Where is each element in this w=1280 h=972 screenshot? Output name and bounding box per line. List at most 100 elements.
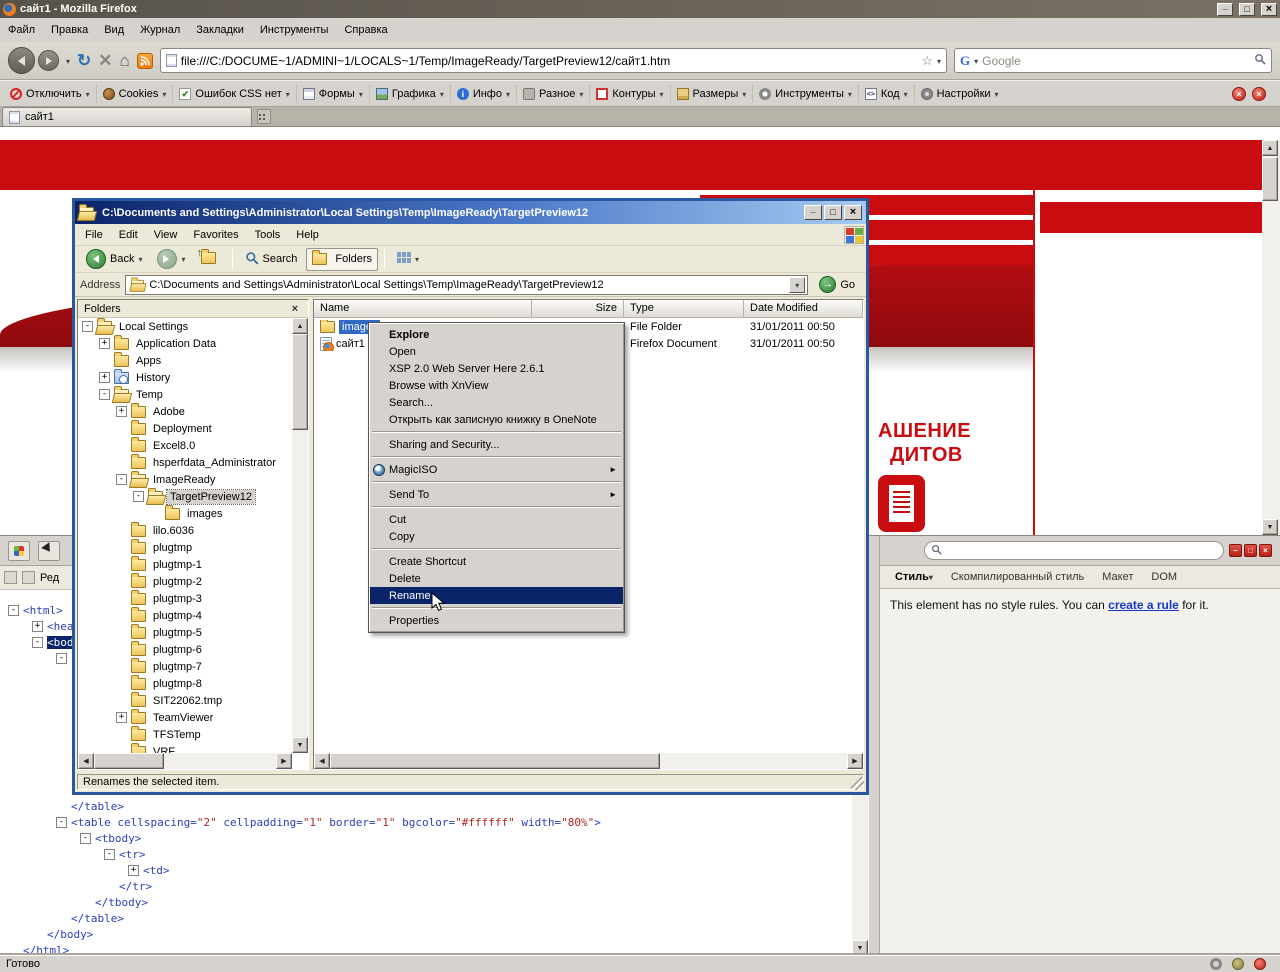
webdev-item-item-0[interactable]: Отключить	[4, 85, 96, 103]
minimize-button[interactable]	[1217, 2, 1233, 16]
explorer-menu-favorites[interactable]: Favorites	[185, 226, 246, 244]
tree-item-images[interactable]: images	[78, 504, 292, 522]
context-menu-item-browse-with-xnview[interactable]: Browse with XnView	[370, 377, 623, 394]
scroll-down-icon[interactable]: ▼	[292, 737, 308, 753]
firefox-menu-item-5[interactable]: Инструменты	[252, 21, 337, 39]
firefox-menu-item-4[interactable]: Закладки	[188, 21, 252, 39]
expander-icon[interactable]: +	[116, 712, 127, 723]
reload-button[interactable]: ↻	[77, 52, 91, 69]
panel-maximize-button[interactable]: □	[1244, 544, 1257, 557]
url-dropdown-icon[interactable]	[937, 55, 941, 67]
close-folders-pane-button[interactable]: ×	[288, 303, 302, 315]
expander-icon[interactable]: +	[116, 406, 127, 417]
tab-item-2[interactable]: Макет	[1093, 568, 1142, 586]
tree-item-plugtmp-5[interactable]: plugtmp-5	[78, 623, 292, 641]
scroll-down-icon[interactable]: ▼	[1262, 519, 1278, 535]
webdev-item-item-7[interactable]: Контуры	[589, 84, 669, 103]
expander-icon[interactable]: -	[56, 652, 67, 664]
address-dropdown-button[interactable]	[789, 276, 806, 293]
webdev-item-item-3[interactable]: Формы	[295, 84, 369, 103]
explorer-menu-file[interactable]: File	[77, 226, 111, 244]
expander-icon[interactable]: +	[99, 338, 110, 349]
scroll-left-icon[interactable]: ◀	[78, 753, 94, 769]
tab-item-1[interactable]: Скомпилированный стиль	[942, 568, 1093, 586]
expander-icon[interactable]: -	[8, 604, 19, 616]
context-menu-item-open[interactable]: Open	[370, 343, 623, 360]
minimize-button[interactable]	[804, 205, 822, 220]
column-header-date-modified[interactable]: Date Modified	[744, 300, 863, 318]
expander-icon[interactable]: -	[104, 848, 115, 860]
html-node[interactable]: - <tr>	[0, 846, 852, 862]
tree-item-application-data[interactable]: + Application Data	[78, 334, 292, 352]
stop-button[interactable]: ✕	[98, 52, 112, 69]
tree-vertical-scrollbar[interactable]: ▲ ▼	[292, 318, 308, 753]
address-combo[interactable]	[125, 274, 809, 295]
context-menu-item-delete[interactable]: Delete	[370, 570, 623, 587]
url-bar[interactable]: ☆	[159, 48, 947, 73]
tree-horizontal-scrollbar[interactable]: ◀ ▶	[78, 753, 292, 769]
scroll-thumb[interactable]	[330, 753, 660, 769]
style-search-box[interactable]	[924, 541, 1224, 560]
html-node[interactable]: - <table cellspacing="2" cellpadding="1" …	[0, 814, 852, 830]
expander-icon[interactable]: -	[80, 832, 91, 844]
history-dropdown-icon[interactable]	[66, 55, 70, 67]
tree-item-history[interactable]: + History	[78, 368, 292, 386]
tree-item-sit22062-tmp[interactable]: SIT22062.tmp	[78, 691, 292, 709]
views-dropdown-icon[interactable]	[415, 253, 419, 265]
firefox-menu-item-6[interactable]: Справка	[336, 21, 395, 39]
expander-icon[interactable]: +	[128, 864, 139, 876]
tree-item-plugtmp-3[interactable]: plugtmp-3	[78, 589, 292, 607]
bookmark-star-icon[interactable]: ☆	[921, 53, 933, 69]
html-node[interactable]: </tr>	[0, 878, 852, 894]
tree-item-plugtmp-6[interactable]: plugtmp-6	[78, 640, 292, 658]
html-node[interactable]: </html>	[0, 942, 852, 956]
html-node[interactable]: </body>	[0, 926, 852, 942]
subtoolbar-icon-1[interactable]	[4, 571, 17, 584]
webdev-item-item-11[interactable]: Настройки	[913, 84, 1005, 103]
tab-item-0[interactable]: Стиль	[886, 568, 942, 586]
firefox-menu-item-2[interactable]: Вид	[96, 21, 132, 39]
scroll-up-icon[interactable]: ▲	[1262, 140, 1278, 156]
expander-icon[interactable]: -	[82, 321, 93, 332]
tree-item-tfstemp[interactable]: TFSTemp	[78, 725, 292, 743]
close-button[interactable]	[844, 205, 862, 220]
forward-button[interactable]	[151, 248, 191, 271]
context-menu-item-send-to[interactable]: Send To ►	[370, 486, 623, 503]
context-menu-item-search[interactable]: Search...	[370, 394, 623, 411]
views-button[interactable]	[391, 248, 425, 271]
create-a-rule-link[interactable]: create a rule	[1108, 598, 1179, 612]
html-node[interactable]: </table>	[0, 910, 852, 926]
context-menu-item-create-shortcut[interactable]: Create Shortcut	[370, 553, 623, 570]
context-menu-item-copy[interactable]: Copy	[370, 528, 623, 545]
tree-item-lilo-6036[interactable]: lilo.6036	[78, 521, 292, 539]
context-menu-item-magiciso[interactable]: MagicISO ►	[370, 461, 623, 478]
explorer-menu-tools[interactable]: Tools	[247, 226, 289, 244]
tab-overflow-button[interactable]	[257, 109, 271, 124]
tree-item-plugtmp-7[interactable]: plugtmp-7	[78, 657, 292, 675]
url-input[interactable]	[180, 53, 918, 68]
scroll-thumb[interactable]	[94, 753, 164, 769]
column-header-size[interactable]: Size	[532, 300, 624, 318]
up-button[interactable]: ↑	[195, 247, 226, 271]
explorer-menu-help[interactable]: Help	[288, 226, 327, 244]
scroll-left-icon[interactable]: ◀	[314, 753, 330, 769]
html-node[interactable]: </tbody>	[0, 894, 852, 910]
address-input[interactable]	[149, 278, 786, 291]
context-menu-item-sharing-and-security[interactable]: Sharing and Security...	[370, 436, 623, 453]
tree-item-hsperfdata-administrator[interactable]: hsperfdata_Administrator	[78, 453, 292, 471]
expander-icon[interactable]: -	[133, 491, 144, 502]
resize-grip[interactable]	[851, 777, 864, 790]
expander-icon[interactable]: -	[99, 389, 110, 400]
tree-item-temp[interactable]: - Temp	[78, 385, 292, 403]
tree-item-plugtmp[interactable]: plugtmp	[78, 538, 292, 556]
search-bar[interactable]: G	[954, 48, 1272, 73]
context-menu-item-explore[interactable]: Explore	[370, 326, 623, 343]
statusbar-red-icon[interactable]	[1254, 958, 1266, 970]
tree-item-deployment[interactable]: Deployment	[78, 419, 292, 437]
webdev-item-item-10[interactable]: Код	[857, 84, 914, 103]
rss-icon[interactable]	[136, 52, 153, 69]
files-horizontal-scrollbar[interactable]: ◀ ▶	[314, 753, 863, 769]
explorer-menu-view[interactable]: View	[146, 226, 186, 244]
explorer-menu-edit[interactable]: Edit	[111, 226, 146, 244]
statusbar-gear-icon[interactable]	[1210, 958, 1222, 970]
